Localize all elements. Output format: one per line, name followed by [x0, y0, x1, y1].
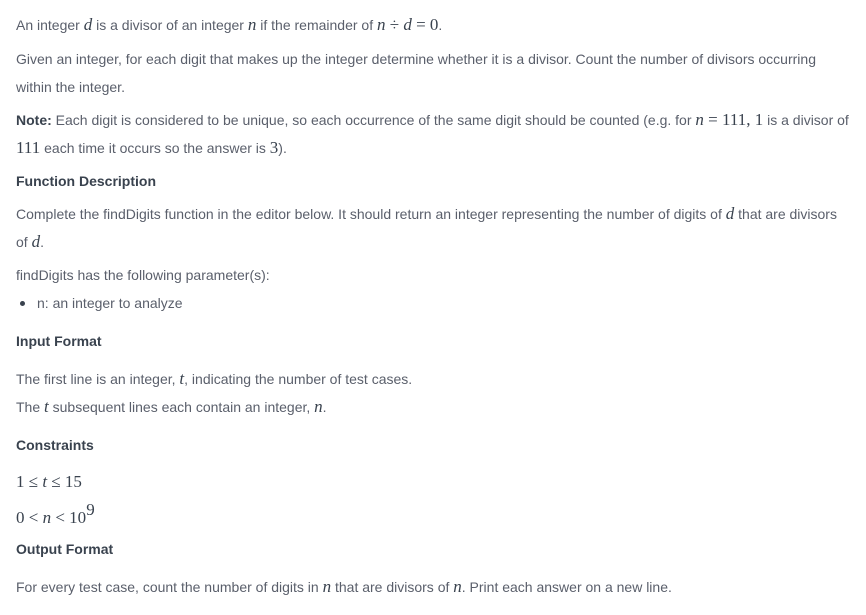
fd-text-3: . [40, 234, 44, 250]
math-d: d [83, 15, 93, 34]
problem-statement: An integer d is a divisor of an integer … [0, 0, 866, 615]
math-expr-eq: = 0 [411, 15, 439, 34]
math-n: n [453, 577, 462, 596]
math-d: d [725, 204, 735, 223]
note-label: Note: [16, 112, 52, 128]
if-text-1: The first line is an integer, [16, 371, 180, 387]
constraint-n: 0 < n < 109 [16, 496, 95, 532]
note-text-4: ). [278, 140, 287, 156]
input-format-line-2: The t subsequent lines each contain an i… [16, 393, 852, 421]
of-text-2: that are divisors of [331, 579, 454, 595]
fd-text-1: Complete the findDigits function in the … [16, 206, 726, 222]
math-d: d [31, 232, 41, 251]
output-format-paragraph: For every test case, count the number of… [16, 573, 852, 601]
of-text-3: . Print each answer on a new line. [461, 579, 672, 595]
input-format-line-1: The first line is an integer, t, indicat… [16, 365, 852, 393]
if-text-2: , indicating the number of test cases. [184, 371, 413, 387]
note-text-1: Each digit is considered to be unique, s… [51, 112, 696, 128]
intro-end: . [438, 17, 443, 33]
math-one: , 1 [746, 110, 764, 129]
parameter-list-item: n: an integer to analyze [16, 289, 852, 317]
intro-text-3: if the remainder of [256, 17, 377, 33]
function-description-heading: Function Description [16, 173, 156, 189]
function-description-paragraph: Complete the findDigits function in the … [16, 200, 852, 256]
constraint-n-lower: 0 < [16, 508, 43, 527]
math-n: n [42, 508, 52, 527]
constraint-t-upper: ≤ 15 [47, 472, 82, 491]
constraint-n-exponent: 9 [86, 500, 95, 519]
of-text-1: For every test case, count the number of… [16, 579, 323, 595]
math-expr-d: d [403, 15, 412, 34]
math-eq-111: = 111 [703, 110, 747, 129]
math-n: n [314, 397, 323, 416]
math-n: n [322, 577, 332, 596]
math-111: 111 [16, 138, 41, 157]
note-text-3: each time it occurs so the answer is [40, 140, 270, 156]
parameter-item-text: n: an integer to analyze [37, 295, 183, 311]
constraints-heading: Constraints [16, 437, 94, 453]
input-format-heading: Input Format [16, 333, 102, 349]
given-paragraph: Given an integer, for each digit that ma… [16, 51, 816, 95]
if-text-3: The [16, 399, 45, 415]
constraint-t-lower: 1 ≤ [16, 472, 43, 491]
note-text-2: is a divisor of [763, 112, 849, 128]
bullet-icon [20, 300, 25, 306]
intro-text-1: An integer [16, 17, 84, 33]
constraint-t: 1 ≤ t ≤ 15 [16, 468, 82, 496]
if-text-5: . [322, 399, 327, 415]
math-expr-div: ÷ [385, 15, 404, 34]
output-format-heading: Output Format [16, 541, 114, 557]
intro-paragraph: An integer d is a divisor of an integer … [16, 11, 852, 39]
intro-text-2: is a divisor of an integer [92, 17, 248, 33]
if-text-4: subsequent lines each contain an integer… [48, 399, 315, 415]
math-n: n [695, 110, 704, 129]
constraint-n-upper: < 10 [51, 508, 87, 527]
parameters-intro: findDigits has the following parameter(s… [16, 267, 270, 283]
note-paragraph: Note: Each digit is considered to be uni… [16, 106, 852, 162]
